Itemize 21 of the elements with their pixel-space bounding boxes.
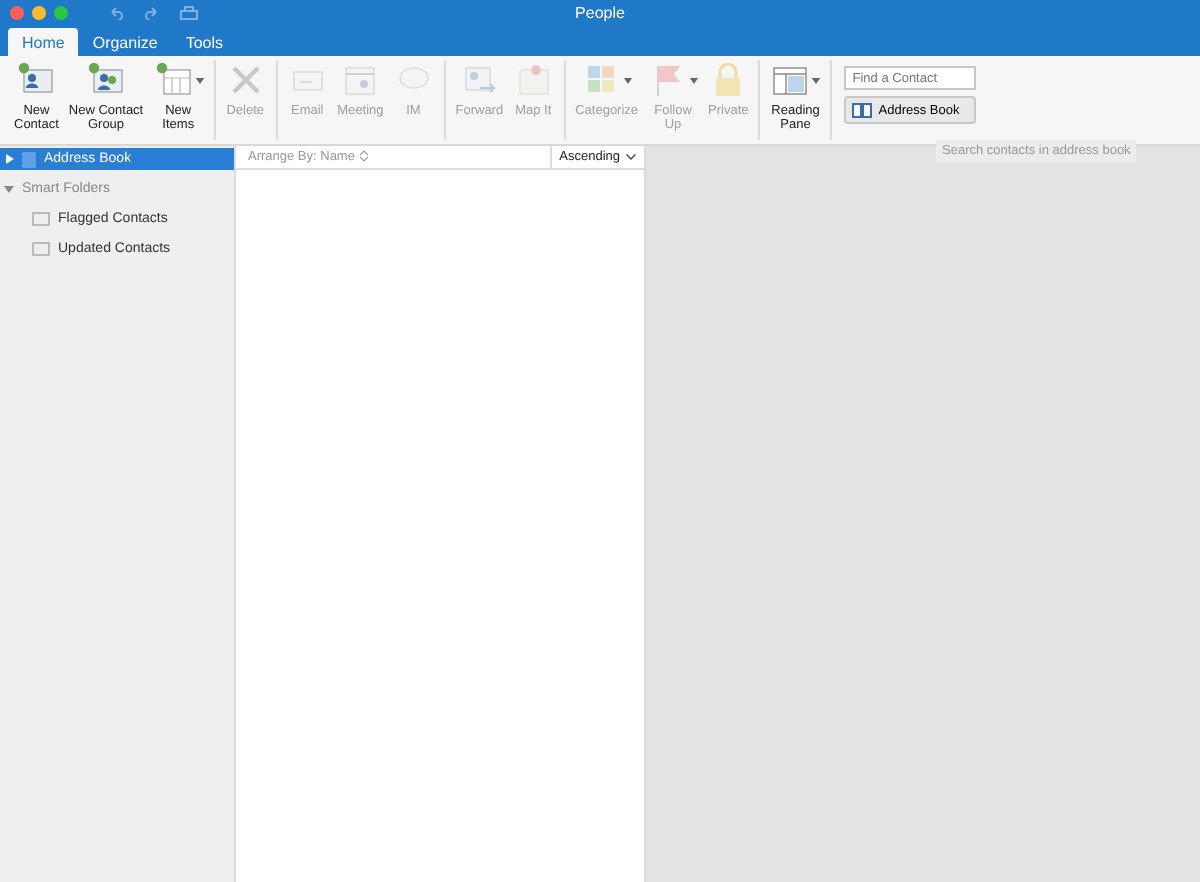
chevron-down-icon	[626, 153, 636, 160]
caret-icon	[195, 77, 204, 83]
minimize-button[interactable]	[32, 6, 46, 20]
ribbon-tab[interactable]: Tools	[171, 28, 237, 56]
caret-icon	[690, 77, 699, 83]
zoom-button[interactable]	[54, 6, 68, 20]
window-title: People	[573, 4, 627, 22]
map-icon	[513, 60, 554, 100]
book-icon	[852, 102, 873, 118]
disclosure-triangle-icon[interactable]	[4, 184, 14, 194]
ribbon-tab[interactable]: Home	[8, 28, 79, 56]
redo-icon[interactable]	[144, 6, 160, 20]
disclosure-triangle-icon[interactable]	[4, 154, 14, 164]
undo-icon[interactable]	[108, 6, 124, 20]
sort-arrows-icon	[360, 150, 369, 163]
ribbon-tab[interactable]: Organize	[78, 28, 172, 56]
address-book-icon	[22, 151, 36, 167]
caret-icon	[623, 77, 632, 83]
caret-icon	[812, 77, 821, 83]
close-button[interactable]	[10, 6, 24, 20]
printer-icon[interactable]	[180, 5, 198, 21]
